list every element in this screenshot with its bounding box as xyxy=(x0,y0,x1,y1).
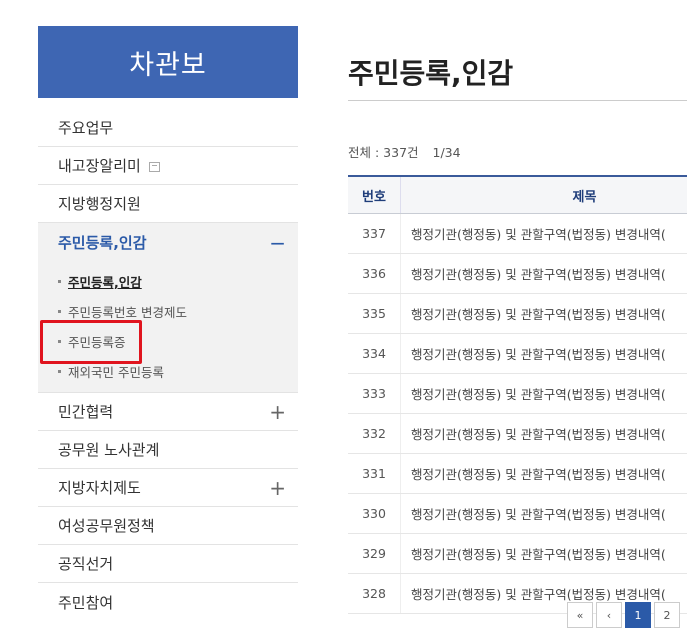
sidebar-item-label: 여성공무원정책 xyxy=(58,515,155,536)
sidebar-item-label: 주민참여 xyxy=(58,592,113,613)
row-number: 330 xyxy=(348,494,401,534)
sidebar-item-label: 민간협력 xyxy=(58,401,113,422)
bullet-icon xyxy=(58,280,61,283)
bullet-icon xyxy=(58,370,61,373)
sidebar-item-local-autonomy[interactable]: 지방자치제도 + xyxy=(38,469,298,507)
row-title-link[interactable]: 행정기관(행정동) 및 관할구역(법정동) 변경내역( xyxy=(401,334,687,374)
column-header-title: 제목 xyxy=(401,176,687,214)
board-table: 번호 제목 337행정기관(행정동) 및 관할구역(법정동) 변경내역( 336… xyxy=(348,175,687,614)
row-title-link[interactable]: 행정기관(행정동) 및 관할구역(법정동) 변경내역( xyxy=(401,254,687,294)
submenu-item-id-card[interactable]: 주민등록증 xyxy=(38,326,298,356)
row-number: 335 xyxy=(348,294,401,334)
sidebar-item-local-admin[interactable]: 지방행정지원 xyxy=(38,185,298,223)
row-title-link[interactable]: 행정기관(행정동) 및 관할구역(법정동) 변경내역( xyxy=(401,494,687,534)
submenu-item-label: 주민등록증 xyxy=(68,332,126,351)
page-title: 주민등록,인감 xyxy=(348,52,513,92)
submenu-item-label: 주민등록,인감 xyxy=(68,272,142,291)
table-row[interactable]: 334행정기관(행정동) 및 관할구역(법정동) 변경내역( xyxy=(348,334,687,374)
prev-page-button[interactable]: ‹ xyxy=(596,602,622,628)
sidebar-item-label: 내고장알리미 xyxy=(58,155,160,176)
submenu-item-overseas-registration[interactable]: 재외국민 주민등록 xyxy=(38,356,298,386)
page-1-button[interactable]: 1 xyxy=(625,602,651,628)
submenu-container: 주민등록,인감 주민등록번호 변경제도 주민등록증 재외국민 주민등록 xyxy=(38,262,298,393)
row-number: 328 xyxy=(348,574,401,614)
sidebar-item-main-work[interactable]: 주요업무 xyxy=(38,98,298,147)
board-summary: 전체 : 337건 1/34 xyxy=(348,142,471,161)
expand-plus-icon[interactable]: + xyxy=(269,478,286,498)
sidebar-item-label: 주민등록,인감 xyxy=(58,232,147,253)
table-row[interactable]: 336행정기관(행정동) 및 관할구역(법정동) 변경내역( xyxy=(348,254,687,294)
row-title-link[interactable]: 행정기관(행정동) 및 관할구역(법정동) 변경내역( xyxy=(401,214,687,254)
table-row[interactable]: 333행정기관(행정동) 및 관할구역(법정동) 변경내역( xyxy=(348,374,687,414)
first-page-button[interactable]: « xyxy=(567,602,593,628)
bullet-icon xyxy=(58,340,61,343)
board-table-wrapper: 번호 제목 337행정기관(행정동) 및 관할구역(법정동) 변경내역( 336… xyxy=(348,175,687,614)
row-title-link[interactable]: 행정기관(행정동) 및 관할구역(법정동) 변경내역( xyxy=(401,534,687,574)
row-number: 336 xyxy=(348,254,401,294)
page-2-button[interactable]: 2 xyxy=(654,602,680,628)
page-indicator: 1/34 xyxy=(433,145,461,160)
row-title-link[interactable]: 행정기관(행정동) 및 관할구역(법정동) 변경내역( xyxy=(401,374,687,414)
sidebar-item-label: 공무원 노사관계 xyxy=(58,439,159,460)
table-row[interactable]: 331행정기관(행정동) 및 관할구역(법정동) 변경내역( xyxy=(348,454,687,494)
row-number: 334 xyxy=(348,334,401,374)
row-title-link[interactable]: 행정기관(행정동) 및 관할구역(법정동) 변경내역( xyxy=(401,454,687,494)
row-number: 331 xyxy=(348,454,401,494)
sidebar-item-label: 지방자치제도 xyxy=(58,477,141,498)
row-number: 329 xyxy=(348,534,401,574)
sidebar-item-label: 공직선거 xyxy=(58,553,113,574)
sidebar-item-labor-relations[interactable]: 공무원 노사관계 xyxy=(38,431,298,469)
bullet-icon xyxy=(58,310,61,313)
submenu: 주민등록,인감 주민등록번호 변경제도 주민등록증 재외국민 주민등록 xyxy=(38,262,298,393)
table-row[interactable]: 330행정기관(행정동) 및 관할구역(법정동) 변경내역( xyxy=(348,494,687,534)
sidebar-menu: 주요업무 내고장알리미 지방행정지원 주민등록,인감 − 주민등록,인감 주민등… xyxy=(38,98,298,621)
sidebar-item-label: 주요업무 xyxy=(58,117,113,138)
table-row[interactable]: 332행정기관(행정동) 및 관할구역(법정동) 변경내역( xyxy=(348,414,687,454)
row-number: 333 xyxy=(348,374,401,414)
submenu-item-number-change[interactable]: 주민등록번호 변경제도 xyxy=(38,296,298,326)
table-header-row: 번호 제목 xyxy=(348,176,687,214)
table-row[interactable]: 335행정기관(행정동) 및 관할구역(법정동) 변경내역( xyxy=(348,294,687,334)
sidebar-item-local-notice[interactable]: 내고장알리미 xyxy=(38,147,298,185)
row-title-link[interactable]: 행정기관(행정동) 및 관할구역(법정동) 변경내역( xyxy=(401,414,687,454)
row-title-link[interactable]: 행정기관(행정동) 및 관할구역(법정동) 변경내역( xyxy=(401,294,687,334)
row-number: 337 xyxy=(348,214,401,254)
sidebar-item-women-officials[interactable]: 여성공무원정책 xyxy=(38,507,298,545)
collapse-minus-icon[interactable]: − xyxy=(269,233,286,253)
sidebar: 차관보 주요업무 내고장알리미 지방행정지원 주민등록,인감 − 주민등록,인감… xyxy=(38,26,298,621)
sidebar-title: 차관보 xyxy=(38,26,298,98)
sidebar-item-resident-registration[interactable]: 주민등록,인감 − xyxy=(38,223,298,262)
sidebar-item-participation[interactable]: 주민참여 xyxy=(38,583,298,621)
new-window-icon xyxy=(149,162,160,172)
sidebar-item-private-cooperation[interactable]: 민간협력 + xyxy=(38,393,298,431)
submenu-item-resident-registration[interactable]: 주민등록,인감 xyxy=(38,266,298,296)
pagination: « ‹ 1 2 xyxy=(567,602,680,628)
sidebar-item-label: 지방행정지원 xyxy=(58,193,141,214)
title-divider xyxy=(348,100,687,101)
row-number: 332 xyxy=(348,414,401,454)
sidebar-item-elections[interactable]: 공직선거 xyxy=(38,545,298,583)
total-count: 전체 : 337건 xyxy=(348,145,419,160)
table-row[interactable]: 337행정기관(행정동) 및 관할구역(법정동) 변경내역( xyxy=(348,214,687,254)
submenu-item-label: 재외국민 주민등록 xyxy=(68,362,164,381)
table-row[interactable]: 329행정기관(행정동) 및 관할구역(법정동) 변경내역( xyxy=(348,534,687,574)
column-header-number: 번호 xyxy=(348,176,401,214)
expand-plus-icon[interactable]: + xyxy=(269,402,286,422)
submenu-item-label: 주민등록번호 변경제도 xyxy=(68,302,187,321)
